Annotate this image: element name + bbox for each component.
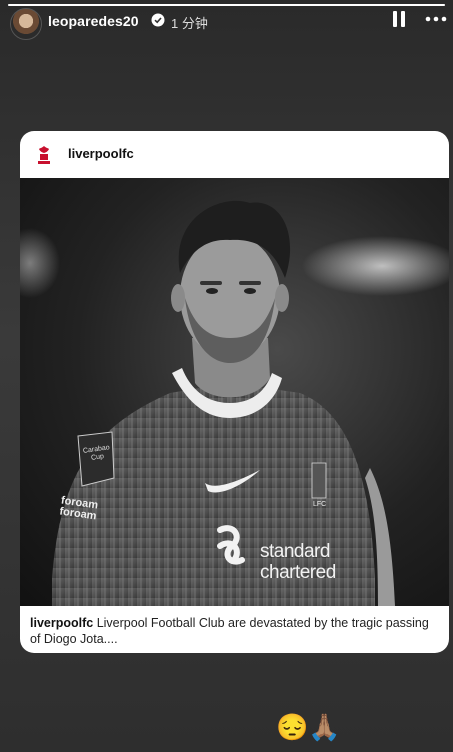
post-account-name[interactable]: liverpoolfc	[68, 146, 134, 161]
post-header: liverpoolfc	[20, 131, 449, 178]
lfc-crest-icon	[38, 146, 50, 164]
story-username[interactable]: leoparedes20	[48, 13, 139, 29]
photo-sponsor-line1: standard	[260, 541, 330, 562]
photo-sponsor-line2: chartered	[260, 562, 336, 583]
photo-crest-text: LFC	[313, 501, 327, 508]
shared-post-card[interactable]: liverpoolfc Carabao Cup foroam foroam LF…	[20, 131, 449, 653]
post-caption: liverpoolfc Liverpool Football Club are …	[30, 615, 435, 647]
verified-badge-icon	[151, 13, 165, 27]
post-photo: Carabao Cup foroam foroam LFC standard c…	[20, 178, 449, 606]
story-progress-fill	[8, 4, 445, 6]
reaction-emojis: 😔🙏🏽	[276, 712, 341, 742]
sad-face-emoji: 😔	[276, 712, 309, 742]
more-options-icon[interactable]	[425, 11, 447, 27]
pause-button[interactable]	[393, 11, 405, 27]
avatar[interactable]	[10, 8, 42, 40]
story-header: leoparedes20 1 分钟	[0, 8, 453, 40]
story-time-ago: 1 分钟	[171, 16, 208, 31]
player-photo-image	[20, 200, 449, 606]
praying-hands-emoji: 🙏🏽	[308, 712, 341, 742]
caption-username[interactable]: liverpoolfc	[30, 616, 93, 630]
story-progress-bar	[8, 4, 445, 6]
